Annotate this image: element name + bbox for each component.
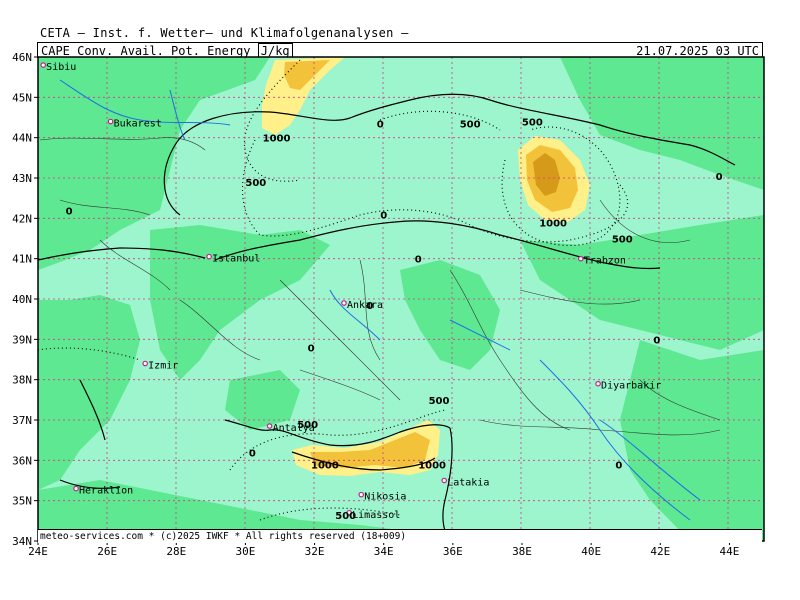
lat-tick-label: 36N — [12, 454, 32, 467]
city-marker — [595, 380, 601, 387]
contour-value-label: 500 — [612, 235, 633, 246]
city-marker — [577, 255, 584, 262]
lon-tick-label: 42E — [650, 545, 670, 558]
lat-tick-label: 40N — [12, 293, 32, 306]
city-marker — [73, 485, 79, 492]
cape-map: Sibiu Bukarest Istanbul Izmir Ankara Trabzon D… — [12, 51, 765, 558]
city-label: Latakia — [447, 478, 489, 489]
contour-value-label: 1000 — [539, 218, 567, 229]
contour-value-label: 0 — [415, 255, 422, 266]
contour-value-label: 500 — [245, 178, 266, 189]
city-label: Sibiu — [46, 62, 76, 73]
contour-value-label: 0 — [380, 210, 387, 221]
city-marker — [441, 477, 448, 484]
city-label: Istanbul — [212, 254, 260, 265]
lat-tick-label: 41N — [12, 253, 32, 266]
city-marker — [341, 300, 347, 306]
footer-credit-text: meteo-services.com * (c)2025 IWKF * All … — [40, 531, 407, 542]
lat-tick-label: 37N — [12, 414, 32, 427]
lon-tick-label: 40E — [581, 545, 601, 558]
map-area: Sibiu Bukarest Istanbul Izmir Ankara Trabzon D… — [38, 57, 764, 541]
contour-value-label: 0 — [716, 172, 723, 183]
lat-tick-label: 43N — [12, 172, 32, 185]
contour-value-label: 500 — [297, 420, 318, 431]
lon-tick-label: 30E — [235, 545, 255, 558]
lon-tick-label: 44E — [719, 545, 739, 558]
lon-tick-label: 38E — [512, 545, 532, 558]
contour-value-label: 0 — [249, 448, 256, 459]
city-marker — [142, 360, 148, 367]
lat-tick-label: 45N — [12, 91, 32, 104]
city-label: Diyarbakir — [601, 381, 661, 392]
lon-tick-label: 28E — [166, 545, 186, 558]
contour-value-label: 1000 — [418, 460, 446, 471]
contour-value-label: 500 — [460, 120, 481, 131]
city-label: Heraklion — [79, 486, 133, 497]
lat-tick-label: 38N — [12, 374, 32, 387]
city-label: Ankara — [347, 300, 383, 311]
contour-value-label: 0 — [377, 120, 384, 131]
city-label: Bukarest — [114, 119, 162, 130]
contour-value-label: 0 — [66, 206, 73, 217]
city-label: Trabzon — [584, 256, 626, 267]
city-label: Nikosia — [364, 492, 406, 503]
city-marker — [266, 423, 273, 429]
lat-tick-label: 46N — [12, 51, 32, 64]
lat-tick-label: 42N — [12, 212, 32, 225]
longitude-axis: 24E 26E 28E 30E 32E 34E 36E 38E 40E 42E 44E — [28, 541, 739, 558]
footer-credit: meteo-services.com * (c)2025 IWKF * All … — [38, 529, 762, 543]
contour-value-label: 0 — [366, 301, 373, 312]
lon-tick-label: 36E — [443, 545, 463, 558]
latitude-axis: 46N 45N 44N 43N 42N 41N 40N 39N 38N 37N 36N 35N 34N — [12, 51, 38, 548]
lon-tick-label: 26E — [97, 545, 117, 558]
city-marker — [107, 118, 114, 125]
contour-value-label: 500 — [335, 511, 356, 522]
contour-value-label: 1000 — [311, 460, 339, 471]
lon-tick-label: 32E — [305, 545, 325, 558]
city-label: Izmir — [148, 361, 178, 372]
city-marker — [358, 491, 365, 498]
contour-value-label: 500 — [429, 396, 450, 407]
city-marker — [206, 253, 212, 260]
city-marker — [40, 62, 46, 68]
contour-value-label: 0 — [615, 460, 622, 471]
lat-tick-label: 44N — [12, 132, 32, 145]
city-label: Limassol — [352, 510, 400, 521]
lat-tick-label: 34N — [12, 535, 32, 548]
contour-value-label: 0 — [308, 343, 315, 354]
lon-tick-label: 34E — [374, 545, 394, 558]
lat-tick-label: 35N — [12, 495, 32, 508]
contour-value-label: 500 — [522, 118, 543, 129]
contour-value-label: 0 — [653, 335, 660, 346]
contour-value-label: 1000 — [263, 134, 291, 145]
lat-tick-label: 39N — [12, 333, 32, 346]
